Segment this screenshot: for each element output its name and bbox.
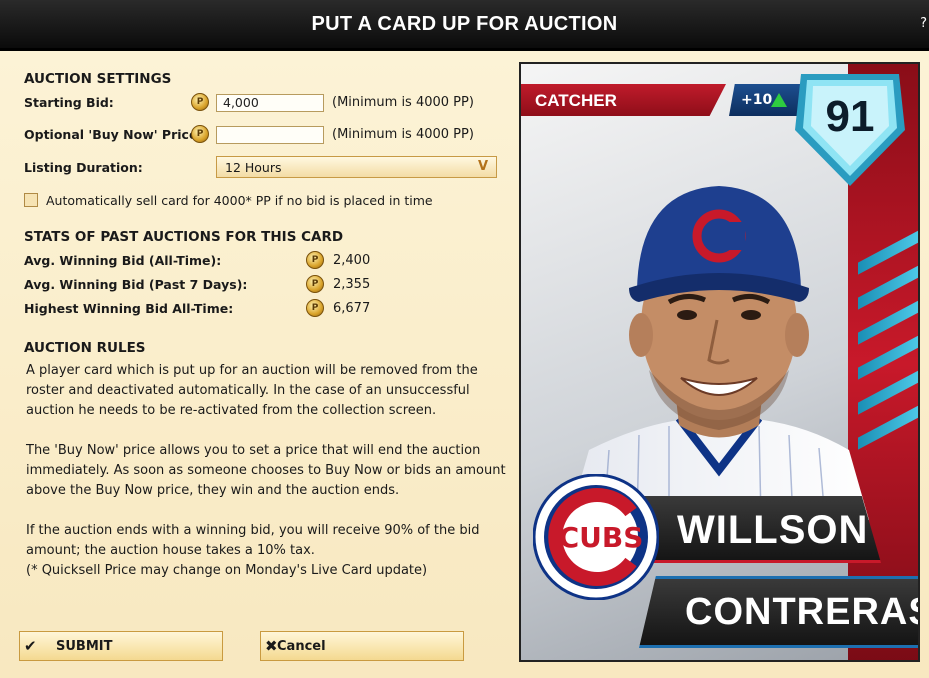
- buy-now-minimum: (Minimum is 4000 PP): [332, 127, 474, 142]
- duration-label: Listing Duration:: [24, 160, 143, 175]
- rules-text: roster and deactivated automatically. In…: [26, 383, 470, 398]
- rules-text: immediately. As soon as someone chooses …: [26, 463, 506, 478]
- stat-label: Avg. Winning Bid (Past 7 Days):: [24, 277, 248, 292]
- stat-label: Avg. Winning Bid (All-Time):: [24, 253, 222, 268]
- stat-value: 2,355: [333, 277, 371, 292]
- cancel-button[interactable]: ✖ Cancel: [260, 631, 464, 661]
- player-last-name: CONTRERAS: [685, 591, 920, 633]
- rules-text: amount; the auction house takes a 10% ta…: [26, 543, 315, 558]
- player-photo: C: [569, 186, 869, 520]
- close-icon: ✖: [265, 637, 278, 655]
- boost-value: +10: [741, 92, 773, 108]
- stat-label: Highest Winning Bid All-Time:: [24, 301, 234, 316]
- auction-panel: AUCTION SETTINGS Starting Bid: P 4,000 (…: [0, 51, 929, 678]
- rules-text: auction he needs to be re-activated from…: [26, 403, 437, 418]
- pp-coin-icon: P: [306, 275, 324, 293]
- overall-rating: 91: [825, 92, 875, 141]
- buy-now-label: Optional 'Buy Now' Price:: [24, 127, 203, 142]
- position-banner: CATCHER: [521, 84, 726, 116]
- rules-heading: AUCTION RULES: [24, 340, 146, 356]
- chevron-down-icon: V: [477, 159, 488, 174]
- buy-now-input[interactable]: [216, 126, 324, 144]
- stat-value: 2,400: [333, 253, 371, 268]
- rules-text: The 'Buy Now' price allows you to set a …: [26, 443, 481, 458]
- auction-settings-heading: AUCTION SETTINGS: [24, 71, 172, 87]
- rules-text: (* Quicksell Price may change on Monday'…: [26, 563, 428, 578]
- cancel-label: Cancel: [277, 639, 326, 654]
- rules-text: If the auction ends with a winning bid, …: [26, 523, 480, 538]
- pp-coin-icon: P: [191, 125, 209, 143]
- title-bar: PUT A CARD UP FOR AUCTION ?: [0, 0, 929, 51]
- help-icon[interactable]: ?: [920, 16, 927, 31]
- checkmark-icon: ✔: [24, 637, 37, 655]
- pp-coin-icon: P: [191, 93, 209, 111]
- player-card: C CATCHER +10 91 WILLSON CONTRERAS CUBS: [519, 62, 920, 662]
- starting-bid-label: Starting Bid:: [24, 95, 114, 110]
- team-logo-icon: CUBS: [533, 474, 659, 600]
- pp-coin-icon: P: [306, 251, 324, 269]
- stats-heading: STATS OF PAST AUCTIONS FOR THIS CARD: [24, 229, 344, 245]
- duration-value: 12 Hours: [225, 160, 282, 175]
- player-first-name: WILLSON: [677, 508, 869, 552]
- duration-select[interactable]: 12 Hours V: [216, 156, 497, 178]
- up-arrow-icon: [771, 93, 787, 107]
- auto-sell-label: Automatically sell card for 4000* PP if …: [46, 193, 433, 208]
- auto-sell-checkbox[interactable]: [24, 193, 38, 207]
- submit-label: SUBMIT: [56, 639, 113, 654]
- overall-badge: 91: [791, 70, 909, 190]
- rules-text: above the Buy Now price, they win and th…: [26, 483, 400, 498]
- stat-value: 6,677: [333, 301, 371, 316]
- starting-bid-minimum: (Minimum is 4000 PP): [332, 95, 474, 110]
- team-logo-text: CUBS: [559, 521, 644, 554]
- window-title: PUT A CARD UP FOR AUCTION: [311, 13, 618, 35]
- pp-coin-icon: P: [306, 299, 324, 317]
- last-name-plate: CONTRERAS: [639, 576, 920, 648]
- starting-bid-input[interactable]: 4,000: [216, 94, 324, 112]
- rules-text: A player card which is put up for an auc…: [26, 363, 478, 378]
- first-name-plate: WILLSON: [641, 496, 881, 563]
- submit-button[interactable]: ✔ SUBMIT: [19, 631, 223, 661]
- player-position: CATCHER: [535, 91, 617, 110]
